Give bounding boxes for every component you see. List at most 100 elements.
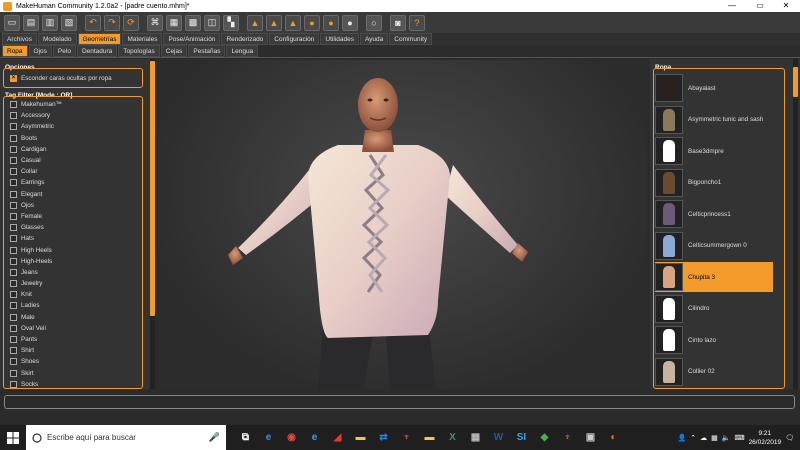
ropa-item[interactable]: Abayalast [655,73,773,103]
bottom-view-icon[interactable]: ● [342,14,358,31]
front-view-icon[interactable]: ▲ [247,14,263,31]
makehuman-icon[interactable]: ♆ [558,429,578,447]
ropa-item[interactable]: Bigponcho1 [655,168,773,198]
tag-filter-item[interactable]: Jewelry [4,278,142,289]
tag-checkbox[interactable] [10,157,17,165]
task-view-icon[interactable]: ⧉ [236,429,256,447]
tag-filter-item[interactable]: High Heels [4,244,142,255]
tag-checkbox[interactable] [10,212,17,220]
clock[interactable]: 9:21 26/02/2019 [749,429,782,447]
tag-checkbox[interactable] [10,280,17,288]
reset-camera-icon[interactable]: ○ [366,14,382,31]
tag-filter-item[interactable]: Male [4,312,142,323]
sub-tab-topologías[interactable]: Topologías [118,45,160,57]
sub-tab-cejas[interactable]: Cejas [160,45,188,57]
tag-filter-item[interactable]: Boots [4,133,142,144]
grid-icon[interactable]: ▦ [166,14,182,31]
smooth-icon[interactable]: ◫ [204,14,220,31]
screenshot-icon[interactable]: ◙ [390,14,406,31]
tag-checkbox[interactable] [10,257,17,265]
main-tab-configuración[interactable]: Configuración [269,33,320,45]
sub-tab-dentadura[interactable]: Dentadura [76,45,118,57]
network-icon[interactable]: ▦ [711,434,718,442]
tag-filter-item[interactable]: Hats [4,233,142,244]
tag-filter-item[interactable]: Oval Veil [4,323,142,334]
tag-filter-item[interactable]: Socks [4,379,142,388]
sub-tab-ojos[interactable]: Ojos [28,45,52,57]
undo-icon[interactable]: ↶ [85,14,101,31]
ropa-item[interactable]: Celticprincess1 [655,199,773,229]
tag-filter-item[interactable]: Makehuman™ [4,99,142,110]
file-icon[interactable]: ▭ [4,14,20,31]
folder-icon[interactable]: ▬ [420,429,440,447]
tag-checkbox[interactable] [10,302,17,310]
tag-checkbox[interactable] [10,324,17,332]
tag-checkbox[interactable] [10,380,17,388]
keyboard-icon[interactable]: ⌨ [734,434,744,442]
right-view-icon[interactable]: ● [304,14,320,31]
tag-checkbox[interactable] [10,134,17,142]
tag-filter-item[interactable]: Glasses [4,222,142,233]
left-scrollbar[interactable] [150,59,155,389]
tag-filter-item[interactable]: Elegant [4,189,142,200]
app-icon[interactable]: ◆ [535,429,555,447]
tag-checkbox[interactable] [10,112,17,120]
main-tab-materiales[interactable]: Materiales [122,33,163,45]
hide-faces-checkbox[interactable] [10,74,17,83]
back-view-icon[interactable]: ▲ [266,14,282,31]
right-scrollbar[interactable] [793,59,798,389]
ropa-item[interactable]: Base3dmpre [655,136,773,166]
main-tab-renderizado[interactable]: Renderizado [221,33,269,45]
main-tab-ayuda[interactable]: Ayuda [359,33,389,45]
excel-icon[interactable]: X [443,429,463,447]
top-view-icon[interactable]: ● [323,14,339,31]
sub-tab-pelo[interactable]: Pelo [52,45,76,57]
left-scroll-thumb[interactable] [150,61,155,316]
si-icon[interactable]: SI [512,429,532,447]
tag-checkbox[interactable] [10,336,17,344]
export-icon[interactable]: ▧ [61,14,77,31]
hide-faces-option[interactable]: Esconder caras ocultas por ropa [4,73,142,84]
ropa-item[interactable]: Asymmetric tunic and sash [655,105,773,135]
acrobat-icon[interactable]: ◢ [328,429,348,447]
blender-icon[interactable]: ◐ [604,429,624,447]
ropa-item[interactable]: Celticsummergown 0 [655,231,773,261]
tag-checkbox[interactable] [10,123,17,131]
minimize-button[interactable]: — [718,0,746,12]
tag-checkbox[interactable] [10,145,17,153]
tag-checkbox[interactable] [10,201,17,209]
main-tab-modelado[interactable]: Modelado [37,33,77,45]
tag-checkbox[interactable] [10,313,17,321]
wireframe-icon[interactable]: ⌘ [147,14,163,31]
word-icon[interactable]: W [489,429,509,447]
background-icon[interactable]: ▩ [185,14,201,31]
main-tab-archivos[interactable]: Archivos [2,33,37,45]
tag-filter-item[interactable]: Pants [4,334,142,345]
left-view-icon[interactable]: ▲ [285,14,301,31]
tag-filter-item[interactable]: Cardigan [4,144,142,155]
tag-filter-item[interactable]: Shirt [4,345,142,356]
tag-checkbox[interactable] [10,235,17,243]
edge-icon[interactable]: e [259,429,279,447]
main-tab-geometrías[interactable]: Geometrías [77,33,122,45]
makehuman-icon[interactable]: ♆ [397,429,417,447]
close-button[interactable]: ✕ [772,0,800,12]
tag-checkbox[interactable] [10,369,17,377]
help-icon[interactable]: ? [409,14,425,31]
tag-checkbox[interactable] [10,224,17,232]
tag-filter-item[interactable]: Ladies [4,300,142,311]
tag-filter-item[interactable]: Collar [4,166,142,177]
ropa-item[interactable]: Chupita 3 [655,262,773,292]
teamviewer-icon[interactable]: ⇄ [374,429,394,447]
tag-filter-item[interactable]: Accessory [4,110,142,121]
notifications-icon[interactable]: 🗨 [785,434,794,442]
tag-checkbox[interactable] [10,268,17,276]
redo-icon[interactable]: ↷ [104,14,120,31]
tag-checkbox[interactable] [10,347,17,355]
sub-tab-lengua[interactable]: Lengua [226,45,259,57]
microphone-icon[interactable]: 🎤 [209,432,220,443]
ie-icon[interactable]: e [305,429,325,447]
folder-icon[interactable]: ▬ [351,429,371,447]
right-scroll-thumb[interactable] [793,67,798,97]
tag-filter-item[interactable]: Ojos [4,200,142,211]
